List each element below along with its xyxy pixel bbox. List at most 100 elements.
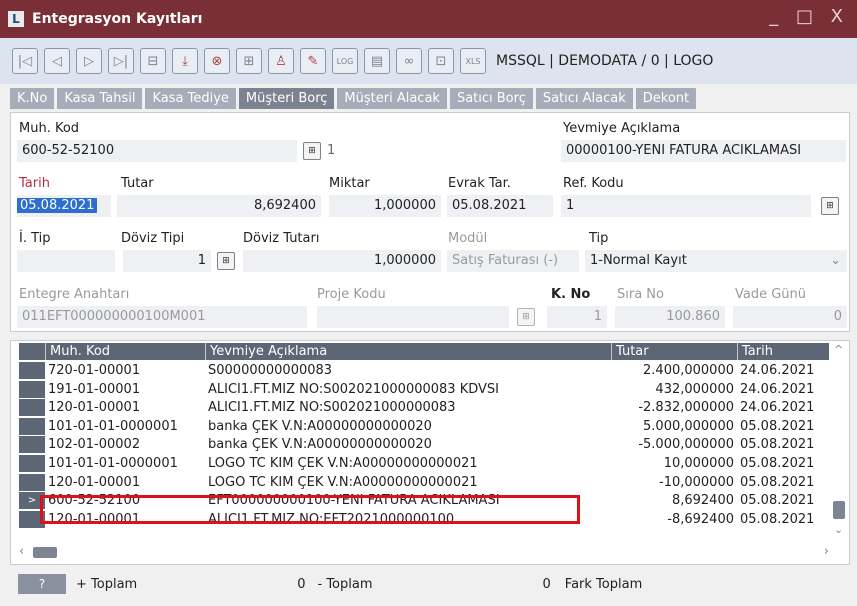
user-icon[interactable]: ♙ [268,48,294,74]
yevmiye-label: Yevmiye Açıklama [563,121,681,136]
horizontal-scrollbar-thumb[interactable] [33,547,57,558]
table-row[interactable]: 720-01-00001 S00000000000083 2.400,000000 2… [19,362,829,379]
log-icon[interactable]: LOG [332,48,358,74]
tarih-selected-text: 05.08.2021 [17,198,98,213]
muh-kod-label: Muh. Kod [19,121,80,136]
scroll-down-icon[interactable]: ⌄ [834,523,843,536]
cell-tutar: -5.000,000000 [638,437,734,453]
evrak-tar-label: Evrak Tar. [448,176,511,191]
tab-satici-alacak[interactable]: Satıcı Alacak [535,88,633,109]
scroll-right-icon[interactable]: › [824,544,829,559]
col-yevmiye[interactable]: Yevmiye Açıklama [205,343,611,360]
modul-label: Modül [448,231,488,246]
proje-lookup-icon[interactable]: ⊞ [517,308,535,326]
doviz-tutari-field[interactable]: 1,000000 [243,250,441,272]
cell-muh-kod: 102-01-00002 [48,437,141,453]
totals-footer: ? + Toplam 0 - Toplam 0 Fark Toplam [10,570,850,598]
cell-muh-kod: 191-01-00001 [48,381,141,397]
edit-icon[interactable]: ✎ [300,48,326,74]
tab-musteri-alacak[interactable]: Müşteri Alacak [337,88,447,109]
window-controls[interactable]: _ □ X [769,6,849,27]
plus-total-value: 0 [297,576,306,592]
cell-yevmiye: LOGO TC KIM ÇEK V.N:A00000000000021 [208,456,478,471]
table-row[interactable]: 191-01-00001 ALICI1.FT.MIZ NO:S0020210000… [19,381,829,398]
yevmiye-field[interactable]: 00000100-YENI FATURA ACIKLAMASI [561,140,846,162]
scroll-up-icon[interactable]: ^ [834,343,843,356]
doviz-tipi-lookup-icon[interactable]: ⊞ [217,252,235,270]
scrollbar-thumb[interactable] [833,501,845,519]
plus-total-label: + Toplam [76,576,138,592]
tab-k-no[interactable]: K.No [10,88,55,109]
entegre-field: 011EFT000000000100M001 [17,306,307,328]
last-icon[interactable]: ▷| [108,48,134,74]
doviz-tipi-field[interactable]: 1 [123,250,211,272]
col-muh-kod[interactable]: Muh. Kod [45,343,205,360]
scroll-left-icon[interactable]: ‹ [19,544,24,559]
miktar-label: Miktar [329,176,370,191]
col-tarih[interactable]: Tarih [737,343,829,360]
cell-tarih: 05.08.2021 [740,456,815,471]
vade-field: 0 [733,306,847,328]
tarih-label: Tarih [19,176,50,191]
toolbar: |◁ ◁ ▷ ▷| ⊟ ⤓ ⊗ ⊞ ♙ ✎ LOG ▤ ∞ ⊡ XLS MSSQ… [0,38,857,84]
form-panel: Muh. Kod 600-52-52100 ⊞ 1 Yevmiye Açıkla… [10,112,850,332]
title-bar: L Entegrasyon Kayıtları _ □ X [0,0,857,38]
cell-yevmiye: LOGO TC KIM ÇEK V.N:A00000000000021 [208,474,478,490]
ref-kodu-field[interactable]: 1 [561,195,811,217]
connection-info: MSSQL | DEMODATA / 0 | LOGO [496,53,714,69]
help-button[interactable]: ? [18,574,66,594]
tab-musteri-borc[interactable]: Müşteri Borç [238,88,335,109]
first-icon[interactable]: |◁ [12,48,38,74]
miktar-field[interactable]: 1,000000 [329,195,441,217]
tab-dekont[interactable]: Dekont [635,88,697,109]
prev-icon[interactable]: ◁ [44,48,70,74]
tarih-field[interactable]: 05.08.2021 [17,195,111,217]
cell-tutar: 5.000,000000 [643,418,734,434]
window-title: Entegrasyon Kayıtları [32,11,203,27]
table-row[interactable]: 120-01-00001 LOGO TC KIM ÇEK V.N:A0000000… [19,474,829,491]
vertical-scrollbar[interactable]: ^ ⌄ [831,343,847,539]
minus-icon[interactable]: ⊟ [140,48,166,74]
cell-tarih: 05.08.2021 [740,418,815,434]
cell-tarih: 05.08.2021 [740,511,815,527]
cell-tutar: 2.400,000000 [643,363,734,378]
cancel-icon[interactable]: ⊗ [204,48,230,74]
link-icon[interactable]: ∞ [396,48,422,74]
records-grid: Muh. Kod Yevmiye Açıklama Tutar Tarih 72… [10,340,850,565]
muh-kod-lookup-icon[interactable]: ⊞ [303,142,321,160]
lock-icon[interactable]: ⊡ [428,48,454,74]
tutar-field[interactable]: 8,692400 [117,195,321,217]
entegre-label: Entegre Anahtarı [19,287,130,302]
tab-satici-borc[interactable]: Satıcı Borç [449,88,533,109]
horizontal-scrollbar[interactable]: ‹ › [19,543,829,561]
download-icon[interactable]: ⤓ [172,48,198,74]
evrak-tar-field[interactable]: 05.08.2021 [447,195,553,217]
tab-kasa-tahsil[interactable]: Kasa Tahsil [57,88,143,109]
tip-selected-value: 1-Normal Kayıt [590,253,687,268]
table-row[interactable]: 120-01-00001 ALICI1.FT.MIZ NO:S0020210000… [19,399,829,416]
ref-kodu-lookup-icon[interactable]: ⊞ [821,197,839,215]
table-row[interactable]: 102-01-00002 banka ÇEK V.N:A0000000000002… [19,436,829,453]
chevron-down-icon[interactable]: ⌄ [830,250,841,272]
excel-icon[interactable]: XLS [460,48,486,74]
cell-yevmiye: ALICI1.FT.MIZ NO:S002021000000083 KDVSI [208,381,499,397]
table-row[interactable]: 101-01-01-0000001 banka ÇEK V.N:A00000000… [19,418,829,435]
k-no-field: 1 [547,306,607,328]
minus-total-label: - Toplam [317,576,373,592]
col-tutar[interactable]: Tutar [611,343,737,360]
tab-kasa-tediye[interactable]: Kasa Tediye [145,88,236,109]
cell-tarih: 05.08.2021 [740,493,815,509]
doc-icon[interactable]: ▤ [364,48,390,74]
cell-tutar: -2.832,000000 [638,400,734,416]
doviz-tipi-label: Döviz Tipi [121,231,185,246]
tip-label: Tip [589,231,609,246]
fark-total-label: Fark Toplam [564,576,643,592]
tip-select[interactable]: 1-Normal Kayıt ⌄ [585,250,847,272]
add-icon[interactable]: ⊞ [236,48,262,74]
next-icon[interactable]: ▷ [76,48,102,74]
muh-kod-field[interactable]: 600-52-52100 [17,140,297,162]
table-row[interactable]: 101-01-01-0000001 LOGO TC KIM ÇEK V.N:A00… [19,455,829,472]
grid-header: Muh. Kod Yevmiye Açıklama Tutar Tarih [19,343,829,360]
i-tip-field[interactable] [17,250,115,272]
cell-muh-kod: 120-01-00001 [48,400,141,416]
